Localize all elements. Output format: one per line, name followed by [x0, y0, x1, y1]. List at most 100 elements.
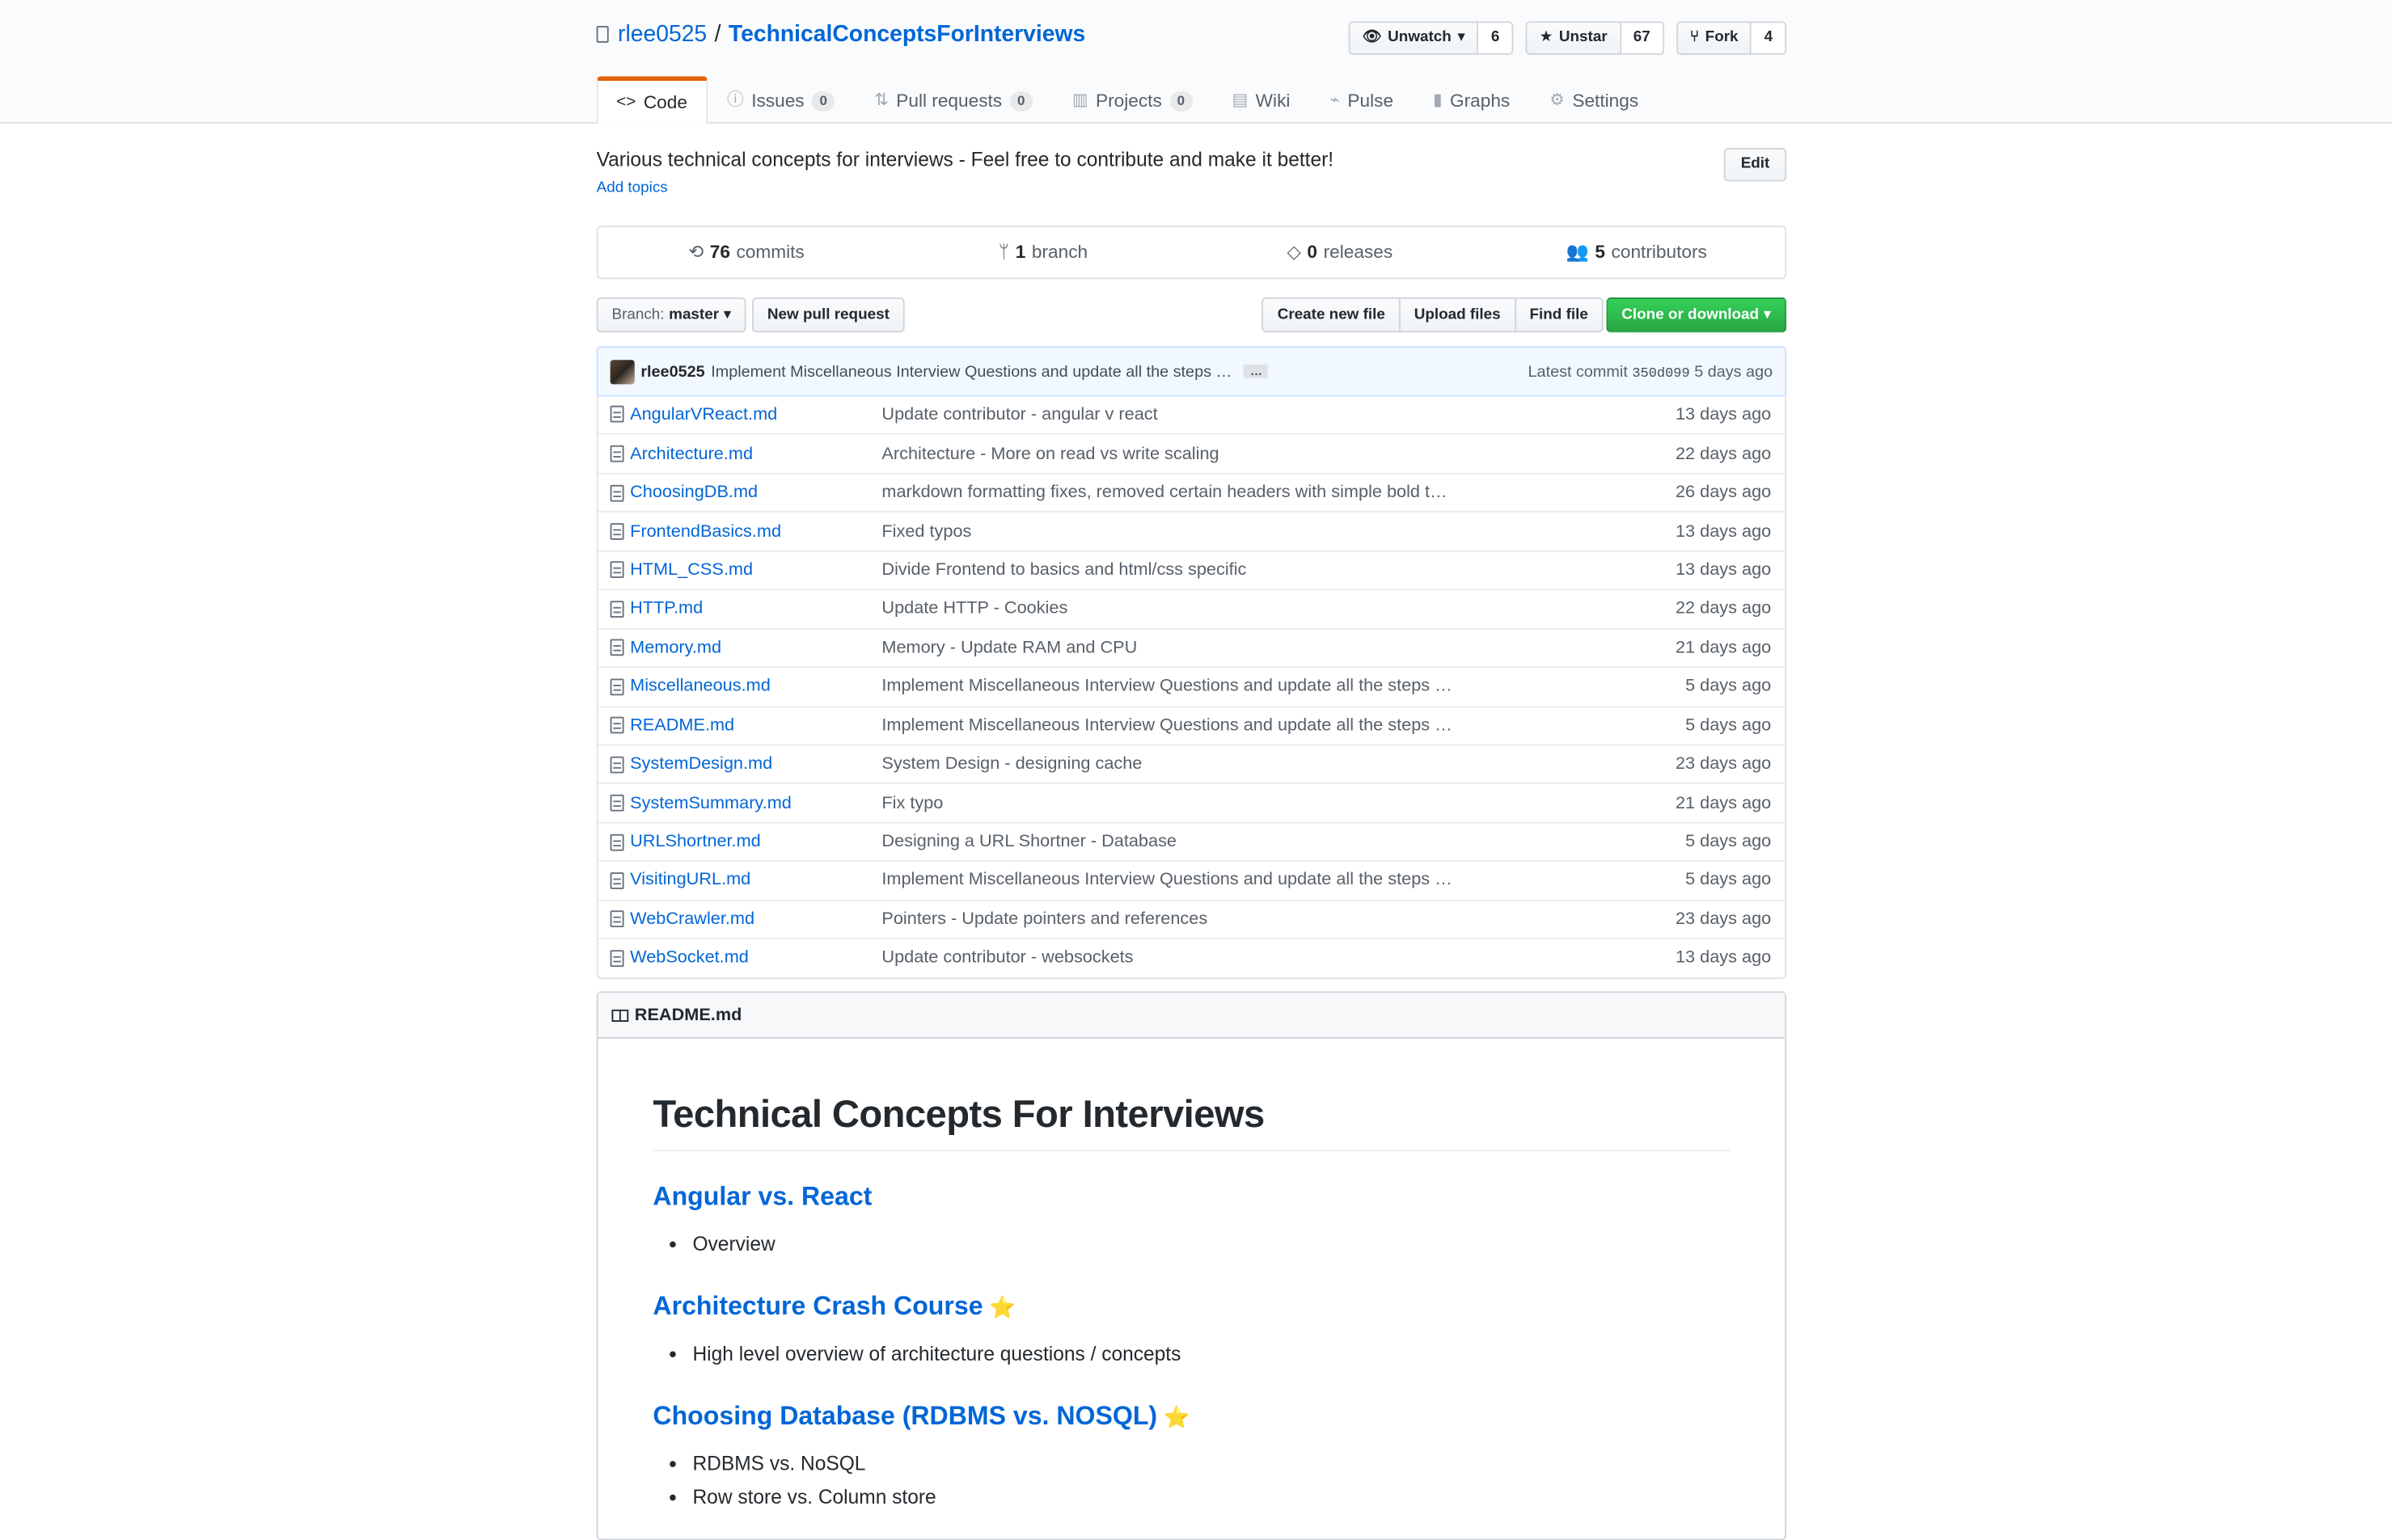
- new-pull-request-button[interactable]: New pull request: [752, 297, 905, 333]
- tab-pulse[interactable]: ⌁ Pulse: [1310, 76, 1414, 123]
- file-navigation: Branch: master ▾ New pull request Create…: [596, 297, 1787, 333]
- readme-section-list: High level overview of architecture ques…: [653, 1337, 1730, 1371]
- releases-count-link[interactable]: ◇ 0 releases: [1191, 227, 1488, 277]
- star-icon: ⭐: [989, 1293, 1016, 1318]
- file-commit-message-link[interactable]: Implement Miscellaneous Interview Questi…: [881, 677, 1469, 696]
- file-name-link[interactable]: Architecture.md: [630, 445, 881, 463]
- file-age: 21 days ago: [1675, 639, 1772, 657]
- file-name-link[interactable]: HTTP.md: [630, 600, 881, 618]
- section-heading-text[interactable]: Choosing Database (RDBMS vs. NOSQL): [653, 1402, 1157, 1432]
- file-commit-message-link[interactable]: Pointers - Update pointers and reference…: [881, 910, 1469, 929]
- readme-content: Technical Concepts For Interviews Angula…: [598, 1094, 1786, 1515]
- tag-icon: ◇: [1287, 241, 1301, 263]
- clone-or-download-button[interactable]: Clone or download ▾: [1606, 297, 1787, 333]
- file-commit-message-link[interactable]: markdown formatting fixes, removed certa…: [881, 483, 1469, 502]
- fork-group: ⑂ Fork 4: [1676, 21, 1787, 55]
- file-name-link[interactable]: Memory.md: [630, 639, 881, 657]
- file-commit-message-link[interactable]: Memory - Update RAM and CPU: [881, 639, 1469, 657]
- repo-owner-link[interactable]: rlee0525: [618, 21, 707, 47]
- repo-title: rlee0525 / TechnicalConceptsForInterview…: [596, 21, 1085, 48]
- branch-select-button[interactable]: Branch: master ▾: [596, 297, 747, 333]
- tab-pull-requests[interactable]: ⇅ Pull requests 0: [855, 76, 1053, 123]
- file-name-link[interactable]: WebCrawler.md: [630, 910, 881, 929]
- pulse-icon: ⌁: [1329, 91, 1340, 110]
- commit-author-link[interactable]: rlee0525: [640, 362, 704, 381]
- file-commit-message-link[interactable]: Update HTTP - Cookies: [881, 600, 1469, 618]
- file-age: 22 days ago: [1675, 600, 1772, 618]
- latest-commit-bar: rlee0525 Implement Miscellaneous Intervi…: [596, 346, 1787, 397]
- expand-commit-message-button[interactable]: …: [1244, 364, 1269, 378]
- table-row: WebCrawler.md Pointers - Update pointers …: [598, 899, 1786, 938]
- file-commit-message-link[interactable]: Update contributor - websockets: [881, 949, 1469, 968]
- contributors-count-link[interactable]: 👥 5 contributors: [1488, 227, 1785, 277]
- readme-section-heading[interactable]: Choosing Database (RDBMS vs. NOSQL) ⭐: [653, 1402, 1730, 1432]
- file-name-link[interactable]: ChoosingDB.md: [630, 483, 881, 502]
- file-icon: [610, 911, 624, 928]
- file-commit-message-link[interactable]: Fix typo: [881, 794, 1469, 812]
- tab-settings[interactable]: ⚙ Settings: [1530, 76, 1659, 123]
- file-commit-message-link[interactable]: Divide Frontend to basics and html/css s…: [881, 561, 1469, 580]
- commit-message-link[interactable]: Implement Miscellaneous Interview Questi…: [711, 362, 1232, 381]
- file-commit-message-link[interactable]: Architecture - More on read vs write sca…: [881, 445, 1469, 463]
- repo-description: Various technical concepts for interview…: [596, 147, 1334, 171]
- add-topics-link[interactable]: Add topics: [597, 180, 668, 197]
- branches-count-link[interactable]: ᛘ 1 branch: [894, 227, 1191, 277]
- file-commit-message-link[interactable]: Implement Miscellaneous Interview Questi…: [881, 716, 1469, 735]
- readme-filename: README.md: [634, 1006, 742, 1024]
- file-age: 23 days ago: [1675, 755, 1772, 774]
- file-name-link[interactable]: URLShortner.md: [630, 833, 881, 851]
- file-icon: [610, 562, 624, 579]
- file-name-link[interactable]: HTML_CSS.md: [630, 561, 881, 580]
- watchers-count[interactable]: 6: [1478, 21, 1514, 55]
- releases-count: 0: [1307, 241, 1318, 263]
- file-age: 13 days ago: [1675, 405, 1772, 424]
- readme-section-heading[interactable]: Architecture Crash Course ⭐: [653, 1292, 1730, 1323]
- upload-files-button[interactable]: Upload files: [1398, 297, 1516, 333]
- repo-title-separator: /: [714, 21, 721, 48]
- stargazers-count[interactable]: 67: [1621, 21, 1664, 55]
- file-commit-message-link[interactable]: Fixed typos: [881, 522, 1469, 541]
- file-name-link[interactable]: FrontendBasics.md: [630, 522, 881, 541]
- forks-count[interactable]: 4: [1752, 21, 1787, 55]
- avatar[interactable]: [610, 359, 635, 384]
- star-group: ★ Unstar 67: [1525, 21, 1664, 55]
- tab-graphs[interactable]: ▮ Graphs: [1414, 76, 1530, 123]
- file-commit-message-link[interactable]: Update contributor - angular v react: [881, 405, 1469, 424]
- fork-button[interactable]: ⑂ Fork: [1676, 21, 1752, 55]
- table-row: SystemDesign.md System Design - designing…: [598, 744, 1786, 783]
- tab-projects[interactable]: ▥ Projects 0: [1052, 76, 1212, 123]
- file-name-link[interactable]: SystemSummary.md: [630, 794, 881, 812]
- file-actions-group: Create new file Upload files Find file: [1262, 297, 1604, 333]
- unstar-button[interactable]: ★ Unstar: [1525, 21, 1621, 55]
- file-name-link[interactable]: SystemDesign.md: [630, 755, 881, 774]
- code-icon: <>: [616, 93, 636, 112]
- section-heading-text[interactable]: Angular vs. React: [653, 1182, 872, 1213]
- commits-count-link[interactable]: ⟲ 76 commits: [598, 227, 895, 277]
- find-file-button[interactable]: Find file: [1514, 297, 1604, 333]
- tab-issues[interactable]: ⓘ Issues 0: [707, 76, 854, 123]
- edit-description-button[interactable]: Edit: [1723, 147, 1787, 182]
- tab-wiki[interactable]: ▤ Wiki: [1212, 76, 1310, 123]
- file-name-link[interactable]: README.md: [630, 716, 881, 735]
- file-icon: [610, 717, 624, 734]
- tab-code[interactable]: <> Code: [596, 76, 708, 124]
- unwatch-button[interactable]: 👁 Unwatch ▾: [1348, 21, 1479, 55]
- readme-section-heading[interactable]: Angular vs. React: [653, 1182, 1730, 1213]
- file-commit-message-link[interactable]: Implement Miscellaneous Interview Questi…: [881, 871, 1469, 890]
- gear-icon: ⚙: [1549, 91, 1565, 110]
- commit-age: 5 days ago: [1694, 362, 1773, 381]
- create-new-file-button[interactable]: Create new file: [1262, 297, 1401, 333]
- file-name-link[interactable]: Miscellaneous.md: [630, 677, 881, 696]
- branches-count: 1: [1015, 241, 1026, 263]
- file-commit-message-link[interactable]: Designing a URL Shortner - Database: [881, 833, 1469, 851]
- file-name-link[interactable]: WebSocket.md: [630, 949, 881, 968]
- tab-label: Graphs: [1450, 90, 1511, 112]
- file-name-link[interactable]: VisitingURL.md: [630, 871, 881, 890]
- file-commit-message-link[interactable]: System Design - designing cache: [881, 755, 1469, 774]
- tab-label: Pulse: [1347, 90, 1394, 112]
- file-name-link[interactable]: AngularVReact.md: [630, 405, 881, 424]
- commit-sha-link[interactable]: 350d099: [1632, 365, 1689, 381]
- file-icon: [610, 872, 624, 889]
- section-heading-text[interactable]: Architecture Crash Course: [653, 1292, 983, 1323]
- repo-name-link[interactable]: TechnicalConceptsForInterviews: [729, 21, 1085, 47]
